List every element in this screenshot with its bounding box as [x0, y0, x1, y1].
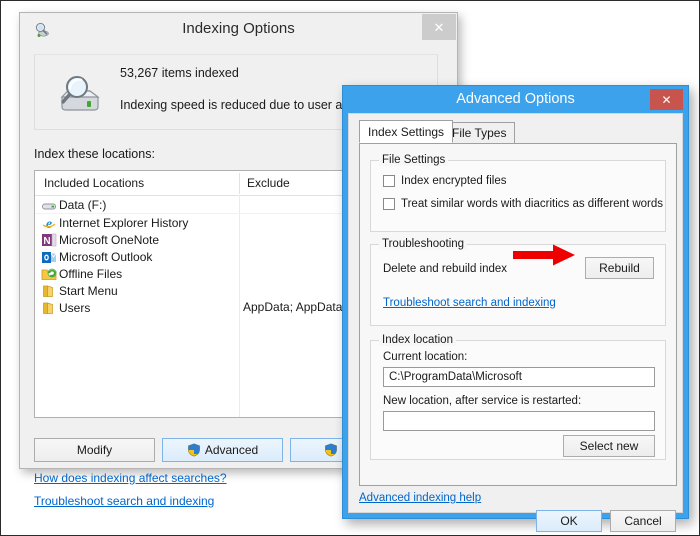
select-new-button[interactable]: Select new [563, 435, 655, 457]
troubleshoot-search-and-indexing-link[interactable]: Troubleshoot search and indexing [383, 297, 556, 309]
folder-icon [40, 300, 58, 316]
column-divider[interactable] [239, 173, 240, 194]
indexing-options-close-button[interactable]: ✕ [422, 14, 456, 40]
advanced-options-client-area: Index Settings File Types File Settings … [348, 113, 683, 532]
file-settings-legend: File Settings [379, 154, 449, 166]
items-indexed-text: 53,267 items indexed [120, 66, 239, 80]
indexing-options-title: Indexing Options [182, 20, 295, 37]
troubleshooting-legend: Troubleshooting [379, 238, 468, 250]
uac-shield-icon [324, 443, 338, 457]
tab-file-types-label: File Types [452, 126, 507, 140]
list-item-label: Data (F:) [59, 197, 107, 212]
folder-icon [40, 283, 58, 299]
tab-file-types[interactable]: File Types [443, 122, 516, 143]
ie-icon: e [40, 215, 58, 231]
advanced-options-title: Advanced Options [456, 91, 575, 107]
delete-and-rebuild-index-label: Delete and rebuild index [383, 263, 508, 275]
checkbox-unchecked-icon[interactable] [383, 175, 395, 187]
offline-files-icon [40, 266, 58, 282]
current-location-input[interactable]: C:\ProgramData\Microsoft [383, 367, 655, 387]
column-header-exclude: Exclude [247, 176, 290, 190]
index-encrypted-files-label: Index encrypted files [401, 175, 507, 187]
advanced-options-close-button[interactable]: ✕ [650, 89, 683, 110]
index-settings-panel: File Settings Index encrypted files Trea… [359, 143, 677, 486]
how-does-indexing-affect-searches-link[interactable]: How does indexing affect searches? [34, 471, 227, 485]
diacritics-checkbox-row[interactable]: Treat similar words with diacritics as d… [383, 198, 663, 210]
modify-button-label: Modify [76, 443, 113, 457]
onenote-icon: N [40, 232, 58, 248]
index-location-group: Index location Current location: C:\Prog… [370, 334, 666, 460]
svg-text:N: N [43, 236, 50, 247]
list-item-label: Offline Files [59, 266, 123, 281]
list-item-label: Internet Explorer History [59, 215, 189, 230]
advanced-button[interactable]: Advanced [162, 438, 283, 462]
index-locations-label: Index these locations: [34, 147, 155, 161]
tab-index-settings[interactable]: Index Settings [359, 120, 454, 143]
advanced-button-label: Advanced [204, 443, 259, 457]
file-settings-group: File Settings Index encrypted files Trea… [370, 154, 666, 232]
new-location-input[interactable] [383, 411, 655, 431]
indexing-speed-message: Indexing speed is reduced due to user ac… [120, 98, 377, 112]
indexing-options-titlebar: Indexing Options ✕ [20, 13, 457, 47]
list-item-exclude: AppData; AppData [243, 300, 343, 314]
rebuild-button-label: Rebuild [599, 261, 640, 275]
drive-icon [40, 197, 58, 213]
tab-index-settings-label: Index Settings [368, 124, 445, 139]
select-new-button-label: Select new [579, 439, 639, 453]
rebuild-button[interactable]: Rebuild [585, 257, 654, 279]
ok-button-label: OK [560, 514, 578, 528]
cancel-button[interactable]: Cancel [610, 510, 676, 532]
outlook-icon [40, 249, 58, 265]
advanced-indexing-help-link[interactable]: Advanced indexing help [359, 492, 481, 504]
list-item-label: Microsoft OneNote [59, 232, 160, 247]
modify-button[interactable]: Modify [34, 438, 155, 462]
close-icon: ✕ [433, 19, 445, 35]
index-location-legend: Index location [379, 334, 456, 346]
advanced-options-dialog: Advanced Options ✕ Index Settings File T… [342, 85, 689, 532]
list-item-label: Start Menu [59, 283, 118, 298]
screenshot-canvas: Indexing Options ✕ 53,267 items indexed … [0, 0, 700, 536]
list-item-label: Users [59, 300, 91, 315]
ok-button[interactable]: OK [536, 510, 602, 532]
checkbox-unchecked-icon[interactable] [383, 198, 395, 210]
advanced-options-titlebar: Advanced Options ✕ [343, 86, 688, 113]
tab-strip: Index Settings File Types [359, 120, 677, 143]
uac-shield-icon [187, 443, 201, 457]
troubleshooting-group: Troubleshooting Delete and rebuild index… [370, 238, 666, 326]
drive-magnifier-icon [55, 71, 103, 119]
svg-text:e: e [46, 217, 52, 231]
diacritics-label: Treat similar words with diacritics as d… [401, 198, 664, 210]
column-header-included-locations: Included Locations [44, 176, 145, 190]
cancel-button-label: Cancel [624, 514, 662, 528]
current-location-label: Current location: [383, 351, 468, 363]
new-location-label: New location, after service is restarted… [383, 395, 582, 407]
troubleshoot-search-and-indexing-link[interactable]: Troubleshoot search and indexing [34, 494, 214, 508]
close-icon: ✕ [661, 92, 672, 107]
index-encrypted-files-checkbox-row[interactable]: Index encrypted files [383, 175, 506, 187]
list-item-label: Microsoft Outlook [59, 249, 153, 264]
current-location-value: C:\ProgramData\Microsoft [389, 371, 522, 383]
